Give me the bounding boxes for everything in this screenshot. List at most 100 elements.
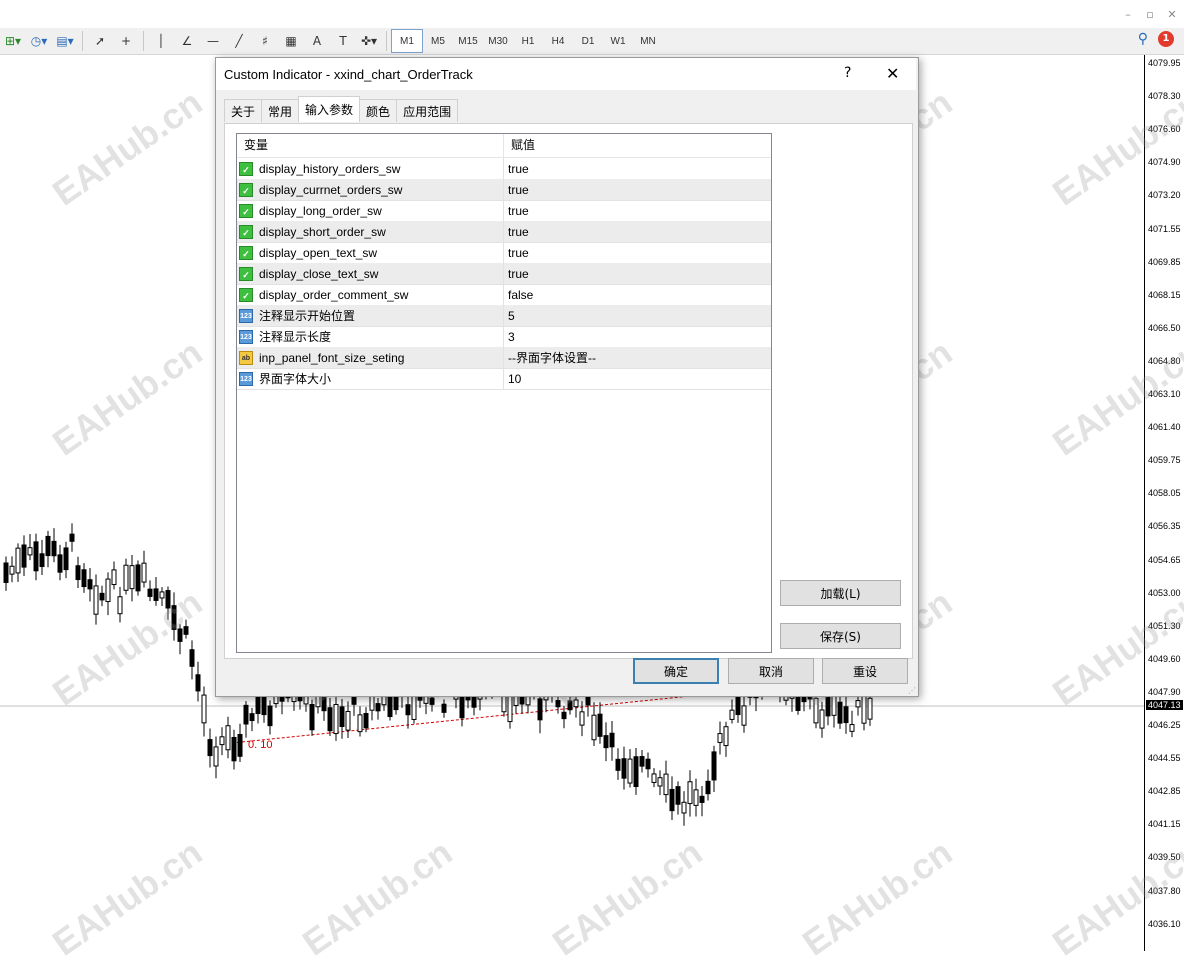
candle-body [357,714,363,733]
price-tick: 4046.25 [1148,720,1181,730]
templates-icon[interactable]: ▤▾ [54,30,76,52]
candle-body [867,697,873,720]
parameter-row[interactable]: ab inp_panel_font_size_seting --界面字体设置-- [237,347,771,369]
clock-icon[interactable]: ◷▾ [28,30,50,52]
number-type-icon: 123 [239,371,253,386]
candle-body [861,693,867,724]
candle-body [123,564,129,591]
dialog-title: Custom Indicator - xxind_chart_OrderTrac… [224,67,473,82]
parameter-value[interactable]: true [504,246,529,260]
timeframe-m15[interactable]: M15 [453,30,483,52]
number-type-icon: 123 [239,329,253,344]
tab-colors[interactable]: 颜色 [359,99,398,122]
cursor-icon[interactable]: ➚ [89,30,111,52]
resize-grip-icon[interactable]: ⋰ [908,686,916,695]
restore-icon[interactable]: ▫ [1144,8,1156,21]
parameter-value[interactable]: true [504,162,529,176]
parameter-value[interactable]: 3 [504,330,515,344]
parameter-row[interactable]: 123 注释显示长度 3 [237,326,771,348]
trendline-icon[interactable]: ╱ [228,30,250,52]
search-icon[interactable]: ⚲ [1138,31,1148,47]
angle-line-icon[interactable]: ∠ [176,30,198,52]
vertical-line-icon[interactable]: │ [150,30,172,52]
tab-inputs[interactable]: 输入参数 [298,96,361,122]
bool-type-icon: ✓ [239,245,253,260]
candle-body [363,713,369,729]
cancel-button[interactable]: 取消 [728,658,814,684]
parameter-value[interactable]: true [504,267,529,281]
parameter-value[interactable]: --界面字体设置-- [504,349,596,366]
parameter-value[interactable]: 10 [504,372,521,386]
reset-button[interactable]: 重设 [822,658,908,684]
close-window-icon[interactable]: ✕ [1166,8,1178,21]
candle-body [441,703,447,713]
parameter-name: display_close_text_sw [259,266,379,281]
parameter-row[interactable]: ✓ display_close_text_sw true [237,263,771,285]
candle-body [33,541,39,572]
parameter-value[interactable]: 5 [504,309,515,323]
candle-body [567,700,573,711]
close-icon[interactable]: ✕ [886,64,899,83]
parameter-name-cell: ✓ display_close_text_sw [237,263,504,284]
price-tick: 4061.40 [1148,422,1181,433]
horizontal-line-icon[interactable]: — [202,30,224,52]
minimize-icon[interactable]: – [1122,8,1134,21]
text-label-icon[interactable]: T [332,30,354,52]
candle-body [195,674,201,692]
candle-body [135,564,141,592]
candle-body [117,596,123,615]
crosshair-icon[interactable]: + [115,30,137,52]
candle-body [615,758,621,771]
channel-icon[interactable]: ▦ [280,30,302,52]
parameter-row[interactable]: ✓ display_long_order_sw true [237,200,771,222]
parameter-value[interactable]: false [504,288,533,302]
tab-about[interactable]: 关于 [224,99,263,122]
parameter-row[interactable]: 123 注释显示开始位置 5 [237,305,771,327]
tab-visualization[interactable]: 应用范围 [396,99,459,122]
parameter-name: display_short_order_sw [259,224,386,239]
candle-body [741,705,747,726]
candle-body [729,709,735,720]
timeframe-m1[interactable]: M1 [391,29,423,53]
timeframe-h4[interactable]: H4 [543,30,573,52]
parameter-row[interactable]: ✓ display_order_comment_sw false [237,284,771,306]
parameter-name-cell: ✓ display_history_orders_sw [237,158,504,179]
parameter-row[interactable]: 123 界面字体大小 10 [237,368,771,390]
candle-body [327,707,333,732]
candle-body [159,591,165,599]
parameter-value[interactable]: true [504,183,529,197]
text-icon[interactable]: A [306,30,328,52]
candle-body [39,553,45,568]
new-chart-icon[interactable]: ⊞▾ [2,30,24,52]
parameter-value[interactable]: true [504,204,529,218]
candle-body [693,789,699,806]
timeframe-m30[interactable]: M30 [483,30,513,52]
timeframe-mn[interactable]: MN [633,30,663,52]
column-value[interactable]: 赋值 [504,134,535,157]
timeframe-d1[interactable]: D1 [573,30,603,52]
parameter-row[interactable]: ✓ display_currnet_orders_sw true [237,179,771,201]
candle-body [231,736,237,762]
help-icon[interactable]: ? [844,65,851,81]
timeframe-w1[interactable]: W1 [603,30,633,52]
parameter-row[interactable]: ✓ display_short_order_sw true [237,221,771,243]
price-tick: 4041.15 [1148,819,1181,830]
save-button[interactable]: 保存(S) [780,623,901,649]
arrows-icon[interactable]: ✜▾ [358,30,380,52]
load-button[interactable]: 加载(L) [780,580,901,606]
parameter-name-cell: 123 注释显示开始位置 [237,305,504,326]
candle-body [333,703,339,735]
price-tick: 4042.85 [1148,786,1181,797]
parameter-value[interactable]: true [504,225,529,239]
price-tick: 4049.60 [1148,653,1181,664]
timeframe-m5[interactable]: M5 [423,30,453,52]
ok-button[interactable]: 确定 [633,658,719,684]
candle-body [597,713,603,737]
fibonacci-icon[interactable]: ♯ [254,30,276,52]
timeframe-h1[interactable]: H1 [513,30,543,52]
column-variable[interactable]: 变量 [237,134,504,157]
tab-common[interactable]: 常用 [261,99,300,122]
parameter-row[interactable]: ✓ display_history_orders_sw true [237,158,771,180]
notification-badge[interactable]: 1 [1158,31,1174,47]
parameter-row[interactable]: ✓ display_open_text_sw true [237,242,771,264]
